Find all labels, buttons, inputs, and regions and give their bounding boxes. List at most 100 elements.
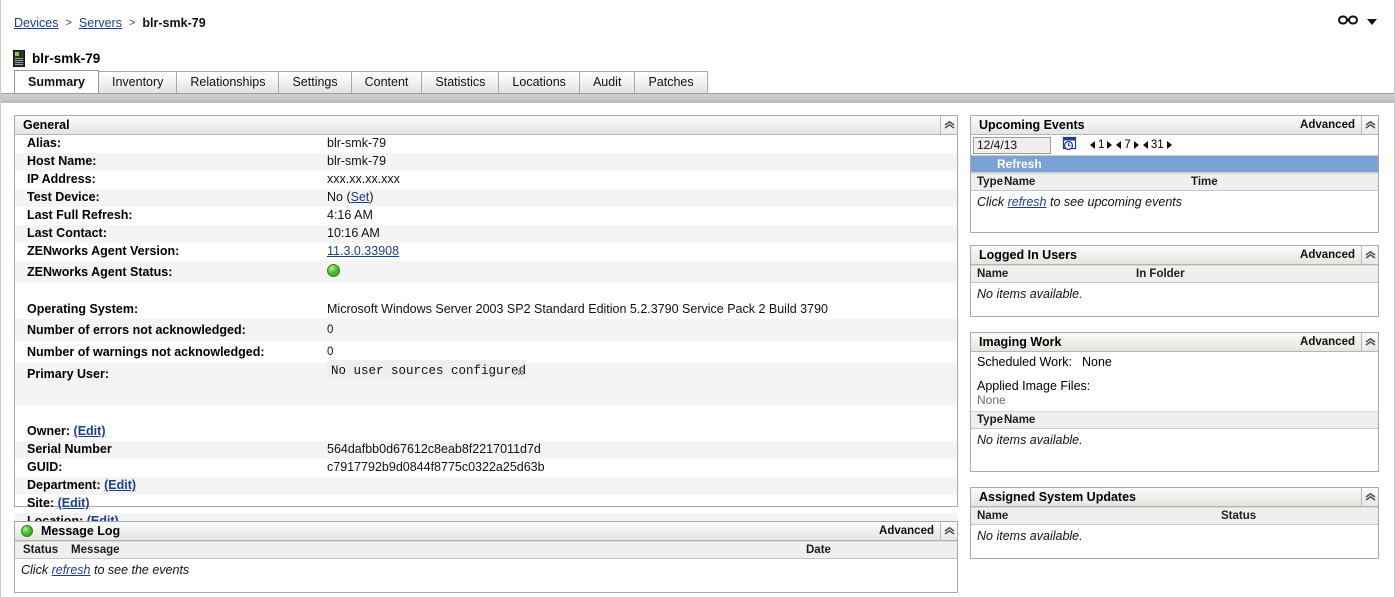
event-date-input[interactable] [973, 137, 1051, 154]
department-edit-link[interactable]: (Edit) [104, 478, 136, 492]
column-in-folder[interactable]: In Folder [1136, 268, 1185, 280]
resize-grip-handle[interactable] [514, 366, 523, 375]
message-log-advanced-link[interactable]: Advanced [879, 525, 934, 537]
device-summary-page: Devices > Servers > blr-smk-79 blr-smk-7… [0, 0, 1395, 597]
tab-relationships[interactable]: Relationships [176, 71, 279, 93]
general-row-alias: Alias: blr-smk-79 [15, 135, 957, 153]
site-edit-link[interactable]: (Edit) [58, 496, 90, 510]
assigned-system-updates-panel: Assigned System Updates Name Status No i… [970, 487, 1379, 559]
column-name[interactable]: Name [1004, 414, 1035, 426]
column-type[interactable]: Type [971, 414, 1004, 426]
general-row-serial: Serial Number 564dafbb0d67612c8eab8f2217… [15, 441, 957, 459]
column-name[interactable]: Name [971, 510, 1221, 522]
breadcrumb: Devices > Servers > blr-smk-79 [14, 16, 206, 30]
agent-version-link[interactable]: 11.3.0.33908 [327, 244, 399, 258]
upcoming-events-panel: Upcoming Events Advanced [970, 115, 1379, 233]
message-log-collapse-button[interactable] [940, 522, 957, 540]
general-panel: General Alias: blr-smk-79 Host Name: blr… [14, 115, 958, 507]
column-name[interactable]: Name [1004, 176, 1191, 188]
green-status-icon [21, 525, 33, 537]
double-chevron-up-icon [1365, 251, 1376, 259]
stepper-7: 7 [1116, 139, 1138, 151]
tab-settings[interactable]: Settings [278, 71, 351, 93]
stepper-next-31-icon[interactable] [1167, 141, 1172, 149]
test-device-set-paren-close: ) [369, 190, 373, 204]
upcoming-events-advanced-link[interactable]: Advanced [1300, 119, 1355, 131]
stepper-next-1-icon[interactable] [1107, 141, 1112, 149]
ip-address-label: IP Address: [15, 171, 327, 187]
general-row-errors: Number of errors not acknowledged: 0 [15, 319, 957, 341]
upcoming-events-refresh-link[interactable]: refresh [1008, 195, 1047, 209]
tab-audit[interactable]: Audit [579, 71, 636, 93]
tab-patches[interactable]: Patches [634, 71, 707, 93]
tab-statistics[interactable]: Statistics [421, 71, 499, 93]
tab-divider [1, 93, 1394, 103]
department-label-group: Department: (Edit) [15, 477, 327, 493]
column-date[interactable]: Date [806, 544, 831, 556]
logged-in-users-title: Logged In Users [979, 248, 1077, 262]
logged-in-users-advanced-link[interactable]: Advanced [1300, 249, 1355, 261]
chevron-down-icon[interactable] [1367, 19, 1377, 25]
imaging-work-advanced-link[interactable]: Advanced [1300, 336, 1355, 348]
tab-content[interactable]: Content [351, 71, 423, 93]
logged-in-users-collapse-button[interactable] [1361, 246, 1378, 264]
stepper-label-7: 7 [1124, 139, 1130, 151]
alias-value: blr-smk-79 [327, 135, 386, 151]
logged-in-users-column-headers: Name In Folder [971, 265, 1378, 283]
tab-summary[interactable]: Summary [14, 70, 99, 93]
imaging-scheduled-work-row: Scheduled Work: None [971, 352, 1378, 369]
general-spacer [15, 283, 957, 301]
upcoming-events-collapse-button[interactable] [1361, 116, 1378, 134]
stepper-prev-7-icon[interactable] [1116, 141, 1121, 149]
general-panel-title: General [23, 118, 70, 132]
scheduled-work-value: None [1082, 355, 1112, 369]
owner-label: Owner: [27, 424, 70, 438]
hostname-value: blr-smk-79 [327, 153, 386, 169]
test-device-value-group: No (Set) [327, 189, 374, 205]
test-device-set-link[interactable]: Set [351, 190, 370, 204]
column-status[interactable]: Status [1221, 510, 1256, 522]
upcoming-events-refresh-button[interactable]: Refresh [971, 156, 1378, 173]
errors-not-acknowledged-label: Number of errors not acknowledged: [15, 320, 327, 340]
general-panel-header: General [15, 116, 957, 135]
general-row-guid: GUID: c7917792b9d0844f8775c0322a25d63b [15, 459, 957, 477]
imaging-work-header: Imaging Work Advanced [971, 333, 1378, 352]
column-status[interactable]: Status [15, 544, 71, 556]
breadcrumb-item-devices[interactable]: Devices [14, 16, 58, 30]
assigned-system-updates-header: Assigned System Updates [971, 488, 1378, 507]
page-left-border [0, 0, 1, 597]
hostname-label: Host Name: [15, 153, 327, 169]
owner-edit-link[interactable]: (Edit) [74, 424, 106, 438]
last-full-refresh-value: 4:16 AM [327, 207, 373, 223]
assigned-system-updates-empty-note: No items available. [971, 525, 1378, 547]
general-collapse-button[interactable] [940, 116, 957, 134]
message-log-refresh-link[interactable]: refresh [52, 563, 91, 577]
column-name[interactable]: Name [971, 268, 1136, 280]
column-type[interactable]: Type [971, 176, 1004, 188]
test-device-label: Test Device: [15, 189, 327, 205]
double-chevron-up-icon [1365, 493, 1376, 501]
stepper-prev-31-icon[interactable] [1143, 141, 1148, 149]
scheduled-work-label: Scheduled Work: [977, 355, 1082, 369]
calendar-clock-icon[interactable] [1062, 136, 1077, 154]
stepper-next-7-icon[interactable] [1134, 141, 1139, 149]
imaging-work-collapse-button[interactable] [1361, 333, 1378, 351]
assigned-system-updates-collapse-button[interactable] [1361, 488, 1378, 506]
column-message[interactable]: Message [71, 544, 806, 556]
stepper-prev-1-icon[interactable] [1090, 141, 1095, 149]
message-log-panel: Message Log Advanced Status Message Date… [14, 521, 958, 593]
upcoming-events-column-headers: Type Name Time [971, 173, 1378, 191]
chain-link-icon[interactable] [1338, 14, 1358, 29]
tab-locations[interactable]: Locations [498, 71, 580, 93]
upcoming-events-empty-note: Click refresh to see upcoming events [971, 191, 1378, 213]
stepper-label-1: 1 [1098, 139, 1104, 151]
applied-image-files-label: Applied Image Files: [971, 369, 1378, 393]
breadcrumb-item-servers[interactable]: Servers [79, 16, 122, 30]
upcoming-events-title: Upcoming Events [979, 118, 1085, 132]
column-time[interactable]: Time [1191, 176, 1218, 188]
imaging-work-title: Imaging Work [979, 335, 1061, 349]
message-log-column-headers: Status Message Date [15, 541, 957, 559]
primary-user-textbox[interactable]: No user sources configured [327, 360, 526, 378]
upcoming-events-refresh-label: Refresh [997, 157, 1042, 171]
tab-inventory[interactable]: Inventory [98, 71, 177, 93]
